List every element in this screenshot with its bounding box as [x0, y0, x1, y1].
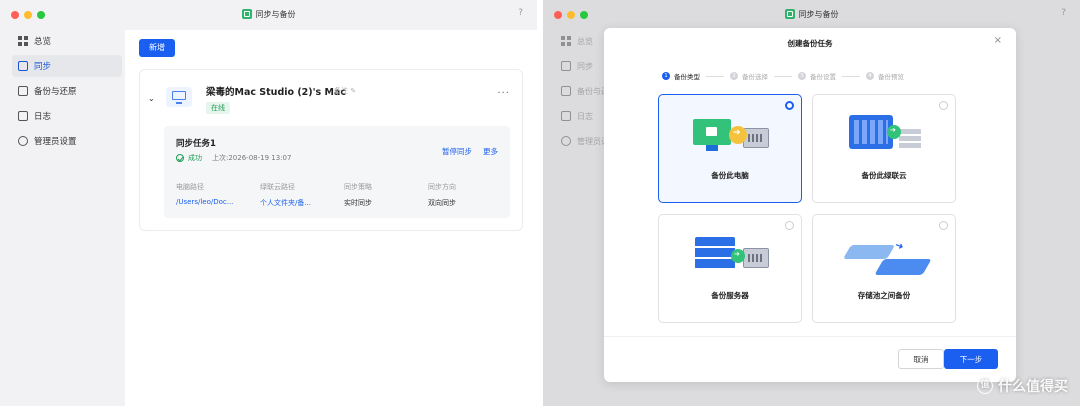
- storage-drawer-icon: [899, 129, 921, 149]
- new-button[interactable]: 新增: [139, 39, 175, 57]
- sidebar-item-log[interactable]: 日志: [12, 105, 122, 127]
- monitor-icon: [166, 87, 192, 107]
- grid-icon: [18, 36, 28, 46]
- screenshot-stage: 同步与备份 ? 总览 同步 备份与还原 日志 管理员设置 新增 ⌄ 梁毒的Mac…: [0, 0, 1080, 410]
- watermark: 值 什么值得买: [977, 376, 1068, 396]
- help-button[interactable]: ?: [1061, 8, 1066, 18]
- app-icon: [241, 9, 252, 19]
- watermark-logo-icon: 值: [977, 378, 993, 394]
- backup-icon: [18, 86, 28, 96]
- cancel-button[interactable]: 取消: [898, 349, 944, 369]
- step-divider: [842, 75, 860, 77]
- sync-main-panel: 新增 ⌄ 梁毒的Mac Studio (2)'s Mac 备注 ✎ 在线 ···…: [125, 30, 537, 406]
- stepper: 1 备份类型 2 备份选择 3 备份设置 4 备份预览: [662, 71, 904, 81]
- pc-to-nas-illustration: [659, 95, 803, 165]
- device-card: ⌄ 梁毒的Mac Studio (2)'s Mac 备注 ✎ 在线 ··· 同步…: [139, 69, 523, 231]
- sidebar-item-overview[interactable]: 总览: [12, 30, 122, 52]
- more-options-icon[interactable]: ···: [497, 88, 510, 99]
- check-circle-icon: [176, 154, 184, 162]
- arrow-right-icon: [887, 125, 901, 139]
- option-label: 备份服务器: [711, 291, 749, 300]
- curved-arrow-icon: ➜: [893, 239, 906, 254]
- option-label: 备份此电脑: [711, 171, 749, 180]
- sidebar: 总览 同步 备份与还原 日志 管理员设置: [12, 30, 122, 155]
- option-label: 存储池之间备份: [857, 291, 911, 300]
- arrow-right-icon: [729, 126, 747, 144]
- nas-icon: [743, 248, 769, 268]
- option-backup-this-pc[interactable]: 备份此电脑: [658, 94, 802, 203]
- chevron-down-icon[interactable]: ⌄: [148, 94, 155, 103]
- more-link[interactable]: 更多: [483, 146, 498, 157]
- step-backup-type: 1 备份类型: [662, 71, 700, 81]
- titlebar: 同步与备份 ?: [0, 0, 537, 30]
- server-icon: [695, 237, 735, 269]
- option-pool-to-pool[interactable]: ➜ 存储池之间备份: [812, 214, 956, 323]
- sidebar-item-admin[interactable]: 管理员设置: [12, 130, 122, 152]
- log-icon: [561, 111, 571, 121]
- storage-pools: ➜: [841, 239, 932, 275]
- step-divider: [706, 75, 724, 77]
- device-name: 梁毒的Mac Studio (2)'s Mac: [206, 87, 346, 98]
- server-illustration: [659, 215, 803, 285]
- field-sync-strategy: 同步策略 实时同步: [344, 183, 372, 207]
- storage-pool-illustration: ➜: [813, 215, 957, 285]
- backup-icon: [561, 86, 571, 96]
- storage-pool-icon: [842, 245, 896, 259]
- dialog-title: 创建备份任务: [787, 39, 833, 48]
- nas-to-cloud-illustration: [813, 95, 957, 165]
- next-step-button[interactable]: 下一步: [944, 349, 998, 369]
- field-sync-direction: 同步方向 双向同步: [428, 183, 456, 207]
- computer-icon: [693, 119, 731, 145]
- window-title: 同步与备份: [543, 9, 1080, 20]
- titlebar: 同步与备份 ?: [543, 0, 1080, 30]
- field-pc-path: 电脑路径 /Users/leo/Doc...: [176, 183, 234, 206]
- dialog-footer: 取消 下一步: [604, 336, 1016, 382]
- step-divider: [774, 75, 792, 77]
- sync-icon: [561, 61, 571, 71]
- sidebar-item-sync[interactable]: 同步: [12, 55, 122, 77]
- note-edit[interactable]: 备注 ✎: [334, 86, 356, 96]
- left-window: 同步与备份 ? 总览 同步 备份与还原 日志 管理员设置 新增 ⌄ 梁毒的Mac…: [0, 0, 537, 406]
- right-window: 同步与备份 ? 总览 同步 备份与还 日志 管理员设 创建备份任务 × 1 备份类…: [543, 0, 1080, 406]
- log-icon: [18, 111, 28, 121]
- close-icon[interactable]: ×: [994, 35, 1002, 46]
- nas-icon: [743, 128, 769, 148]
- app-icon: [784, 9, 795, 19]
- sync-icon: [18, 61, 28, 71]
- window-title: 同步与备份: [0, 9, 537, 20]
- option-backup-server[interactable]: 备份服务器: [658, 214, 802, 323]
- pencil-icon: ✎: [350, 87, 357, 95]
- step-backup-preview: 4 备份预览: [866, 71, 904, 81]
- last-sync-time: 上次:2026-08-19 13:07: [212, 154, 292, 162]
- arrow-right-icon: [731, 249, 745, 263]
- option-backup-this-cloud[interactable]: 备份此绿联云: [812, 94, 956, 203]
- sync-task-card: 同步任务1 成功 上次:2026-08-19 13:07 暂停同步 更多 电脑路…: [164, 126, 510, 218]
- task-status: 成功 上次:2026-08-19 13:07: [176, 153, 291, 163]
- sidebar-item-backup[interactable]: 备份与还原: [12, 80, 122, 102]
- step-backup-settings: 3 备份设置: [798, 71, 836, 81]
- help-button[interactable]: ?: [518, 8, 523, 18]
- option-label: 备份此绿联云: [861, 171, 907, 180]
- create-backup-dialog: 创建备份任务 × 1 备份类型 2 备份选择 3 备份设置 4 备份预览 ➔ 备…: [604, 28, 1016, 382]
- pause-sync-link[interactable]: 暂停同步: [442, 146, 472, 157]
- storage-pool-icon: [874, 259, 932, 275]
- grid-icon: [561, 36, 571, 46]
- status-badge: 在线: [206, 102, 230, 114]
- task-name: 同步任务1: [176, 139, 216, 149]
- computer-stand-icon: [706, 145, 718, 151]
- gear-icon: [561, 136, 571, 146]
- step-backup-select: 2 备份选择: [730, 71, 768, 81]
- gear-icon: [18, 136, 28, 146]
- field-cloud-path: 绿联云路径 个人文件夹/备...: [260, 183, 312, 207]
